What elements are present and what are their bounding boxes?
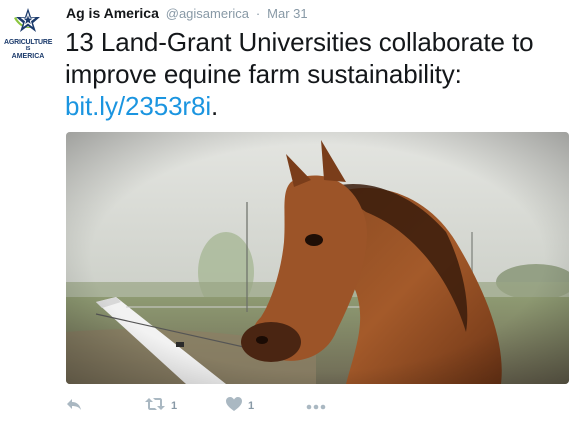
retweet-count: 1 bbox=[171, 400, 178, 412]
reply-icon bbox=[66, 397, 82, 416]
tweet-photo[interactable] bbox=[66, 132, 569, 384]
more-icon bbox=[306, 397, 326, 415]
display-name[interactable]: Ag is America bbox=[66, 5, 159, 21]
tweet: AGRICULTURE IS AMERICA Ag is America @ag… bbox=[0, 0, 581, 422]
tweet-trailing: . bbox=[211, 91, 219, 121]
more-button[interactable] bbox=[306, 396, 326, 416]
logo-line-1: AGRICULTURE bbox=[4, 39, 53, 46]
reply-button[interactable] bbox=[66, 396, 82, 416]
tweet-text: 13 Land-Grant Universities collaborate t… bbox=[65, 26, 575, 122]
tweet-body: 13 Land-Grant Universities collaborate t… bbox=[65, 27, 534, 89]
retweet-icon bbox=[145, 397, 165, 416]
account-avatar[interactable]: AGRICULTURE IS AMERICA bbox=[4, 6, 52, 62]
tweet-actions: 1 1 bbox=[66, 396, 366, 416]
tweet-header: Ag is America @agisamerica · Mar 31 bbox=[66, 4, 308, 23]
star-logo-icon bbox=[14, 8, 40, 32]
like-button[interactable]: 1 bbox=[226, 396, 254, 416]
logo-line-2: IS bbox=[25, 46, 31, 52]
like-count: 1 bbox=[248, 400, 255, 412]
header-separator: · bbox=[255, 6, 261, 21]
user-handle[interactable]: @agisamerica bbox=[166, 6, 249, 21]
retweet-button[interactable]: 1 bbox=[145, 396, 177, 416]
heart-icon bbox=[226, 396, 242, 416]
logo-line-3: AMERICA bbox=[11, 53, 45, 60]
horse-photo-icon bbox=[66, 132, 569, 384]
tweet-link[interactable]: bit.ly/2353r8i bbox=[65, 91, 211, 121]
logo-wordmark: AGRICULTURE IS AMERICA bbox=[4, 39, 52, 60]
tweet-date[interactable]: Mar 31 bbox=[267, 6, 307, 21]
